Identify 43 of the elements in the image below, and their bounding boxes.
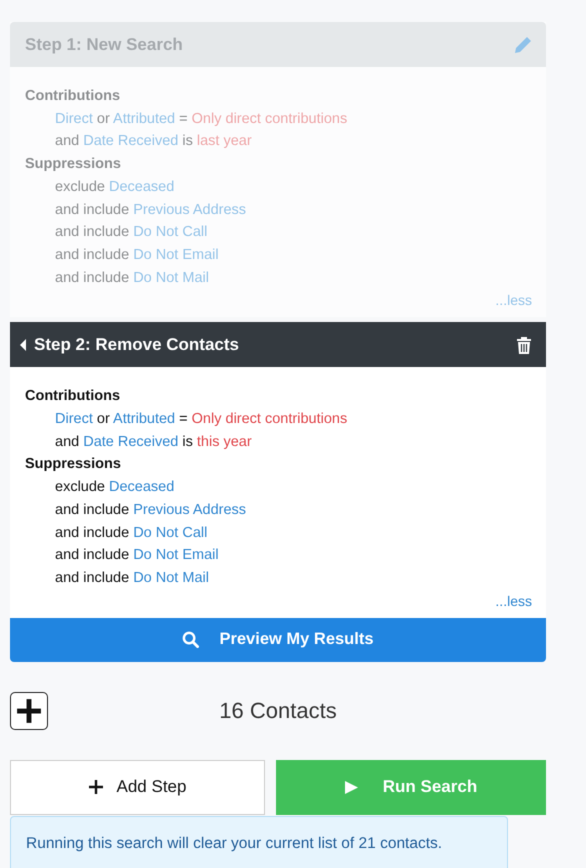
plus-icon [16,698,42,724]
criteria-line: and include Do Not Mail [54,268,210,288]
preview-button[interactable]: Preview My Results [10,618,546,662]
criteria-line: and include Do Not Call [54,524,208,543]
field-link[interactable]: Attributed [113,411,176,428]
add-button[interactable] [10,692,48,730]
criteria-line: and include Do Not Email [54,246,220,265]
field-link[interactable]: Do Not Call [133,524,208,541]
step-header[interactable]: Step 2: Remove Contacts [10,322,546,368]
section-heading: Suppressions [25,455,122,474]
criteria-line: and Date Received is this year [54,432,253,452]
field-link[interactable]: Previous Address [133,502,246,518]
collapse-link[interactable]: ...less [495,590,532,612]
field-link[interactable]: Direct [55,411,93,428]
criteria-line: and include Do Not Email [54,546,220,566]
criteria-line: exclude Deceased [54,478,176,498]
criteria-line: and include Previous Address [54,200,248,220]
step-title: Step 1: New Search [25,34,184,54]
criteria-line: Direct or Attributed = Only direct contributions [54,410,348,430]
step-title: Step 2: Remove Contacts [34,334,240,355]
add-step-button[interactable]: Add Step [10,760,265,815]
section-heading: Contributions [25,387,122,406]
field-link[interactable]: Date Received [83,434,178,450]
field-link[interactable]: Do Not Email [133,547,219,564]
plus-icon [88,780,103,794]
section-heading: Contributions [25,87,122,106]
contact-count: 16 Contacts [218,698,338,724]
criteria-line: exclude Deceased [54,178,176,197]
field-link[interactable]: Do Not Mail [133,570,209,586]
play-icon [344,780,358,794]
criteria-line: and include Previous Address [54,500,248,520]
step-header[interactable]: Step 1: New Search [10,22,546,67]
search-icon [182,631,200,648]
caret-icon [20,338,26,351]
field-link[interactable]: Deceased [109,479,174,496]
trash-icon[interactable] [516,336,532,354]
criteria-line: and include Do Not Call [54,223,208,242]
run-search-button[interactable]: Run Search [276,760,546,815]
criteria-line: Direct or Attributed = Only direct contributions [54,110,348,129]
section-heading: Suppressions [25,155,122,174]
criteria-line: and include Do Not Mail [54,568,210,588]
criteria-line: and Date Received is last year [54,132,253,152]
notice-message: Running this search will clear your current list of 21 contacts. [10,816,508,868]
